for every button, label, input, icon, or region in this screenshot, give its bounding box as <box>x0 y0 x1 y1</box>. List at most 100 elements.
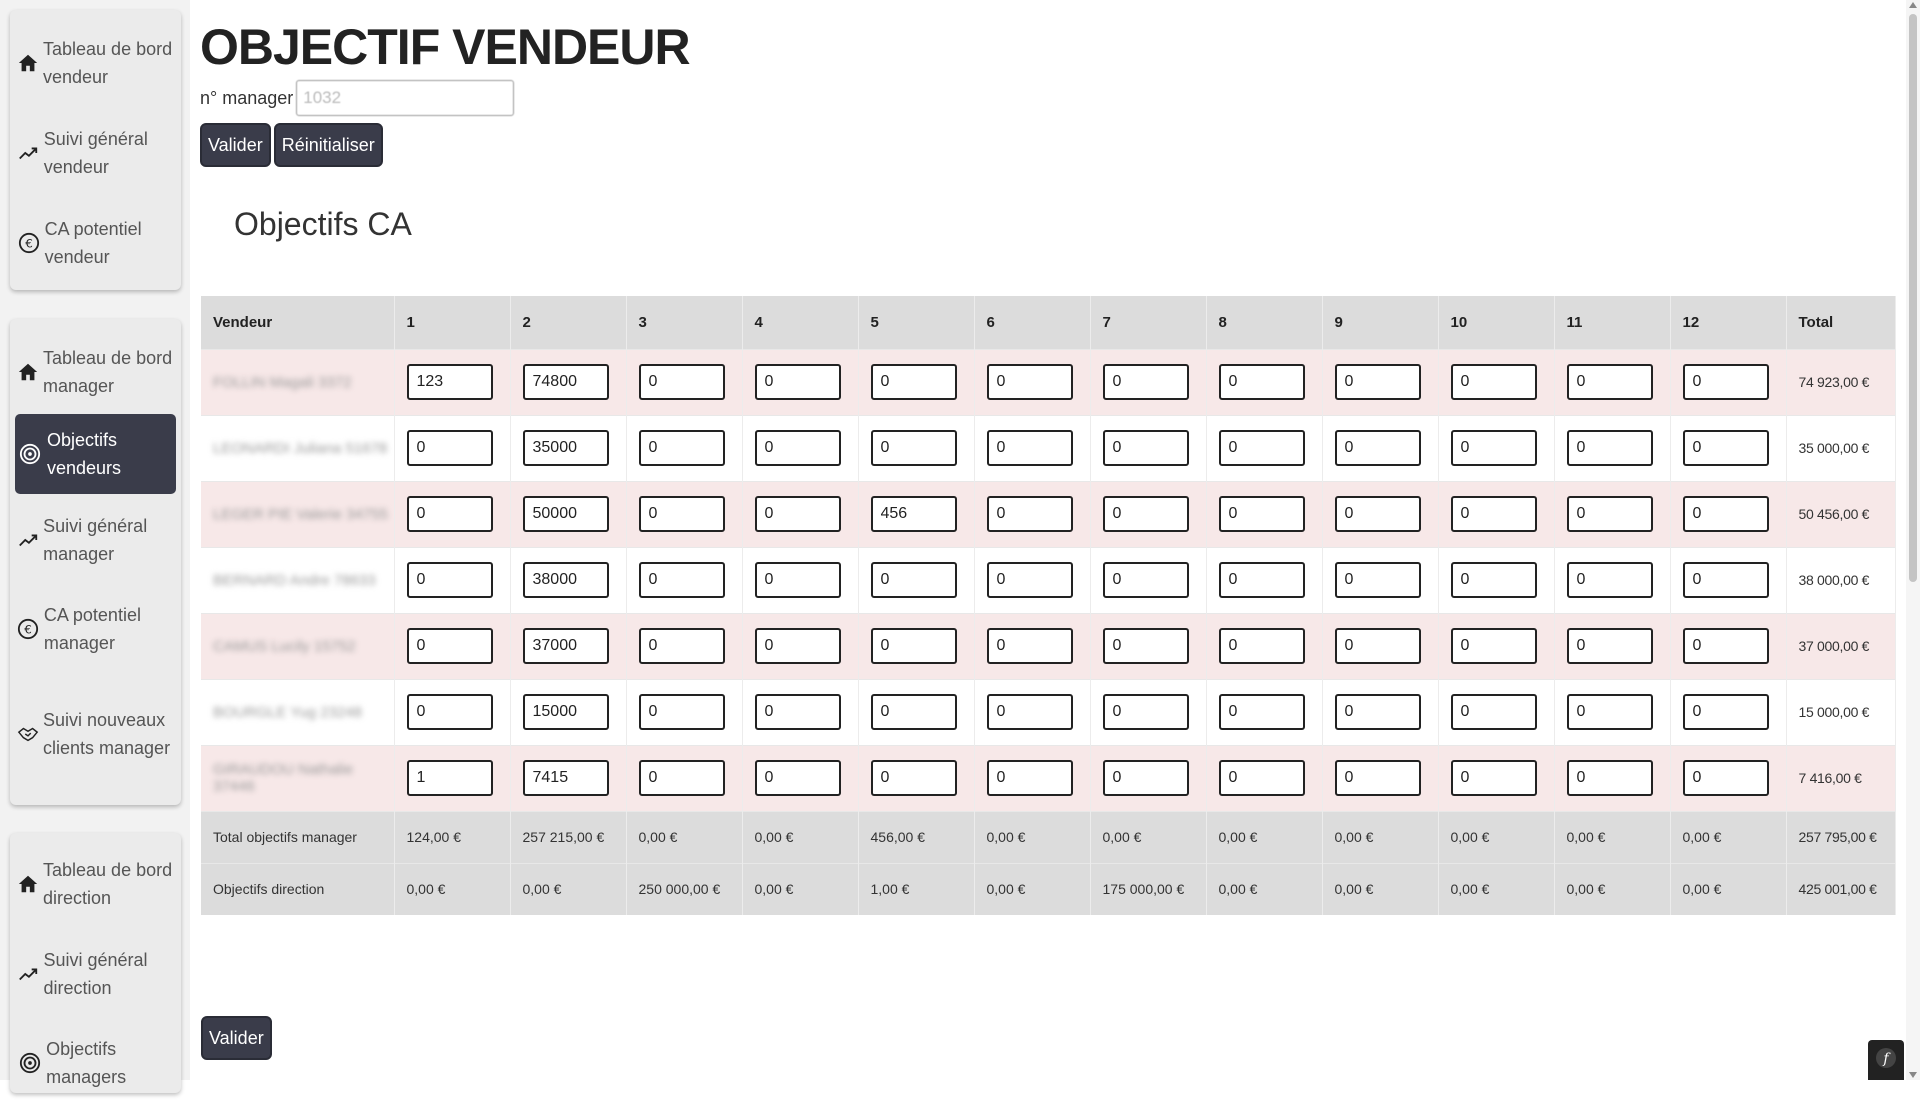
objective-input[interactable] <box>1219 562 1305 598</box>
objective-input[interactable] <box>1219 628 1305 664</box>
reset-button[interactable]: Réinitialiser <box>274 123 383 167</box>
objective-input[interactable] <box>871 496 957 532</box>
validate-button[interactable]: Valider <box>200 123 271 167</box>
scroll-up-icon[interactable] <box>1909 2 1917 8</box>
sidebar-item-ca-potentiel-manager[interactable]: € CA potentiel manager <box>15 592 176 666</box>
sidebar-item-suivi-nouveaux-clients-manager[interactable]: Suivi nouveaux clients manager <box>15 684 176 784</box>
sidebar-item-suivi-general-direction[interactable]: Suivi général direction <box>15 937 176 1011</box>
objective-input[interactable] <box>1567 694 1653 730</box>
manager-number-input[interactable] <box>296 80 514 116</box>
objective-input[interactable] <box>523 562 609 598</box>
objective-input[interactable] <box>755 430 841 466</box>
bottom-validate-button[interactable]: Valider <box>201 1016 272 1060</box>
objective-input[interactable] <box>1451 628 1537 664</box>
objective-input[interactable] <box>1567 496 1653 532</box>
objective-input[interactable] <box>1451 562 1537 598</box>
objective-input[interactable] <box>1567 364 1653 400</box>
objective-input[interactable] <box>407 760 493 796</box>
objective-input[interactable] <box>523 760 609 796</box>
objective-input[interactable] <box>1683 694 1769 730</box>
objective-input[interactable] <box>755 628 841 664</box>
objective-input[interactable] <box>1219 694 1305 730</box>
objective-input[interactable] <box>639 628 725 664</box>
objective-input[interactable] <box>871 430 957 466</box>
objective-input[interactable] <box>871 760 957 796</box>
objective-input[interactable] <box>1103 694 1189 730</box>
page-scrollbar[interactable] <box>1906 0 1920 1080</box>
scroll-thumb[interactable] <box>1909 14 1917 582</box>
objective-input[interactable] <box>1219 760 1305 796</box>
objective-input[interactable] <box>407 694 493 730</box>
objective-input[interactable] <box>639 562 725 598</box>
objective-input[interactable] <box>1683 364 1769 400</box>
sidebar-item-ca-potentiel-vendeur[interactable]: € CA potentiel vendeur <box>15 206 176 280</box>
objective-input[interactable] <box>987 496 1073 532</box>
sidebar-item-objectifs-vendeurs[interactable]: Objectifs vendeurs <box>15 414 176 494</box>
objective-input[interactable] <box>755 364 841 400</box>
scroll-down-icon[interactable] <box>1909 1072 1917 1078</box>
objective-input[interactable] <box>987 694 1073 730</box>
objective-input[interactable] <box>1451 694 1537 730</box>
objective-input[interactable] <box>755 562 841 598</box>
objective-input[interactable] <box>987 562 1073 598</box>
objective-input[interactable] <box>523 430 609 466</box>
objective-input[interactable] <box>871 628 957 664</box>
objective-input[interactable] <box>1567 628 1653 664</box>
objective-input[interactable] <box>871 364 957 400</box>
objective-input[interactable] <box>523 364 609 400</box>
objective-input[interactable] <box>1335 562 1421 598</box>
objective-input[interactable] <box>1219 364 1305 400</box>
objective-input[interactable] <box>1683 562 1769 598</box>
objective-input[interactable] <box>1335 496 1421 532</box>
sidebar-item-tableau-de-bord-direction[interactable]: Tableau de bord direction <box>15 847 176 921</box>
objective-input[interactable] <box>755 496 841 532</box>
objective-input[interactable] <box>1103 364 1189 400</box>
objective-input[interactable] <box>1451 760 1537 796</box>
objective-input[interactable] <box>407 628 493 664</box>
objective-input[interactable] <box>1103 496 1189 532</box>
objective-input[interactable] <box>1451 364 1537 400</box>
objective-input[interactable] <box>871 562 957 598</box>
objective-input[interactable] <box>1335 760 1421 796</box>
symfony-toolbar-toggle[interactable]: f <box>1868 1040 1904 1080</box>
objective-input[interactable] <box>1683 628 1769 664</box>
sidebar-item-objectifs-managers[interactable]: Objectifs managers <box>15 1026 176 1100</box>
objective-input[interactable] <box>523 694 609 730</box>
objective-input[interactable] <box>1335 628 1421 664</box>
objective-input[interactable] <box>1103 628 1189 664</box>
objective-input[interactable] <box>987 628 1073 664</box>
objective-input[interactable] <box>407 430 493 466</box>
objective-input[interactable] <box>639 496 725 532</box>
objective-input[interactable] <box>1567 430 1653 466</box>
objective-input[interactable] <box>523 496 609 532</box>
objective-input[interactable] <box>987 430 1073 466</box>
objective-input[interactable] <box>871 694 957 730</box>
objective-input[interactable] <box>987 760 1073 796</box>
objective-input[interactable] <box>1103 430 1189 466</box>
objective-input[interactable] <box>1103 760 1189 796</box>
objective-input[interactable] <box>639 364 725 400</box>
objective-input[interactable] <box>987 364 1073 400</box>
objective-input[interactable] <box>1567 562 1653 598</box>
objective-input[interactable] <box>1683 430 1769 466</box>
objective-input[interactable] <box>407 562 493 598</box>
objective-input[interactable] <box>1335 694 1421 730</box>
objective-input[interactable] <box>1451 496 1537 532</box>
objective-input[interactable] <box>639 430 725 466</box>
objective-input[interactable] <box>1567 760 1653 796</box>
objective-input[interactable] <box>523 628 609 664</box>
objective-input[interactable] <box>1335 430 1421 466</box>
objective-input[interactable] <box>1103 562 1189 598</box>
objective-input[interactable] <box>407 496 493 532</box>
objective-input[interactable] <box>755 694 841 730</box>
sidebar-item-tableau-de-bord-vendeur[interactable]: Tableau de bord vendeur <box>15 26 176 100</box>
objective-input[interactable] <box>1219 496 1305 532</box>
objective-input[interactable] <box>755 760 841 796</box>
objective-input[interactable] <box>639 760 725 796</box>
objective-input[interactable] <box>639 694 725 730</box>
objective-input[interactable] <box>1683 760 1769 796</box>
sidebar-item-suivi-general-vendeur[interactable]: Suivi général vendeur <box>15 116 176 190</box>
sidebar-item-tableau-de-bord-manager[interactable]: Tableau de bord manager <box>15 335 176 409</box>
sidebar-item-suivi-general-manager[interactable]: Suivi général manager <box>15 503 176 577</box>
objective-input[interactable] <box>1335 364 1421 400</box>
